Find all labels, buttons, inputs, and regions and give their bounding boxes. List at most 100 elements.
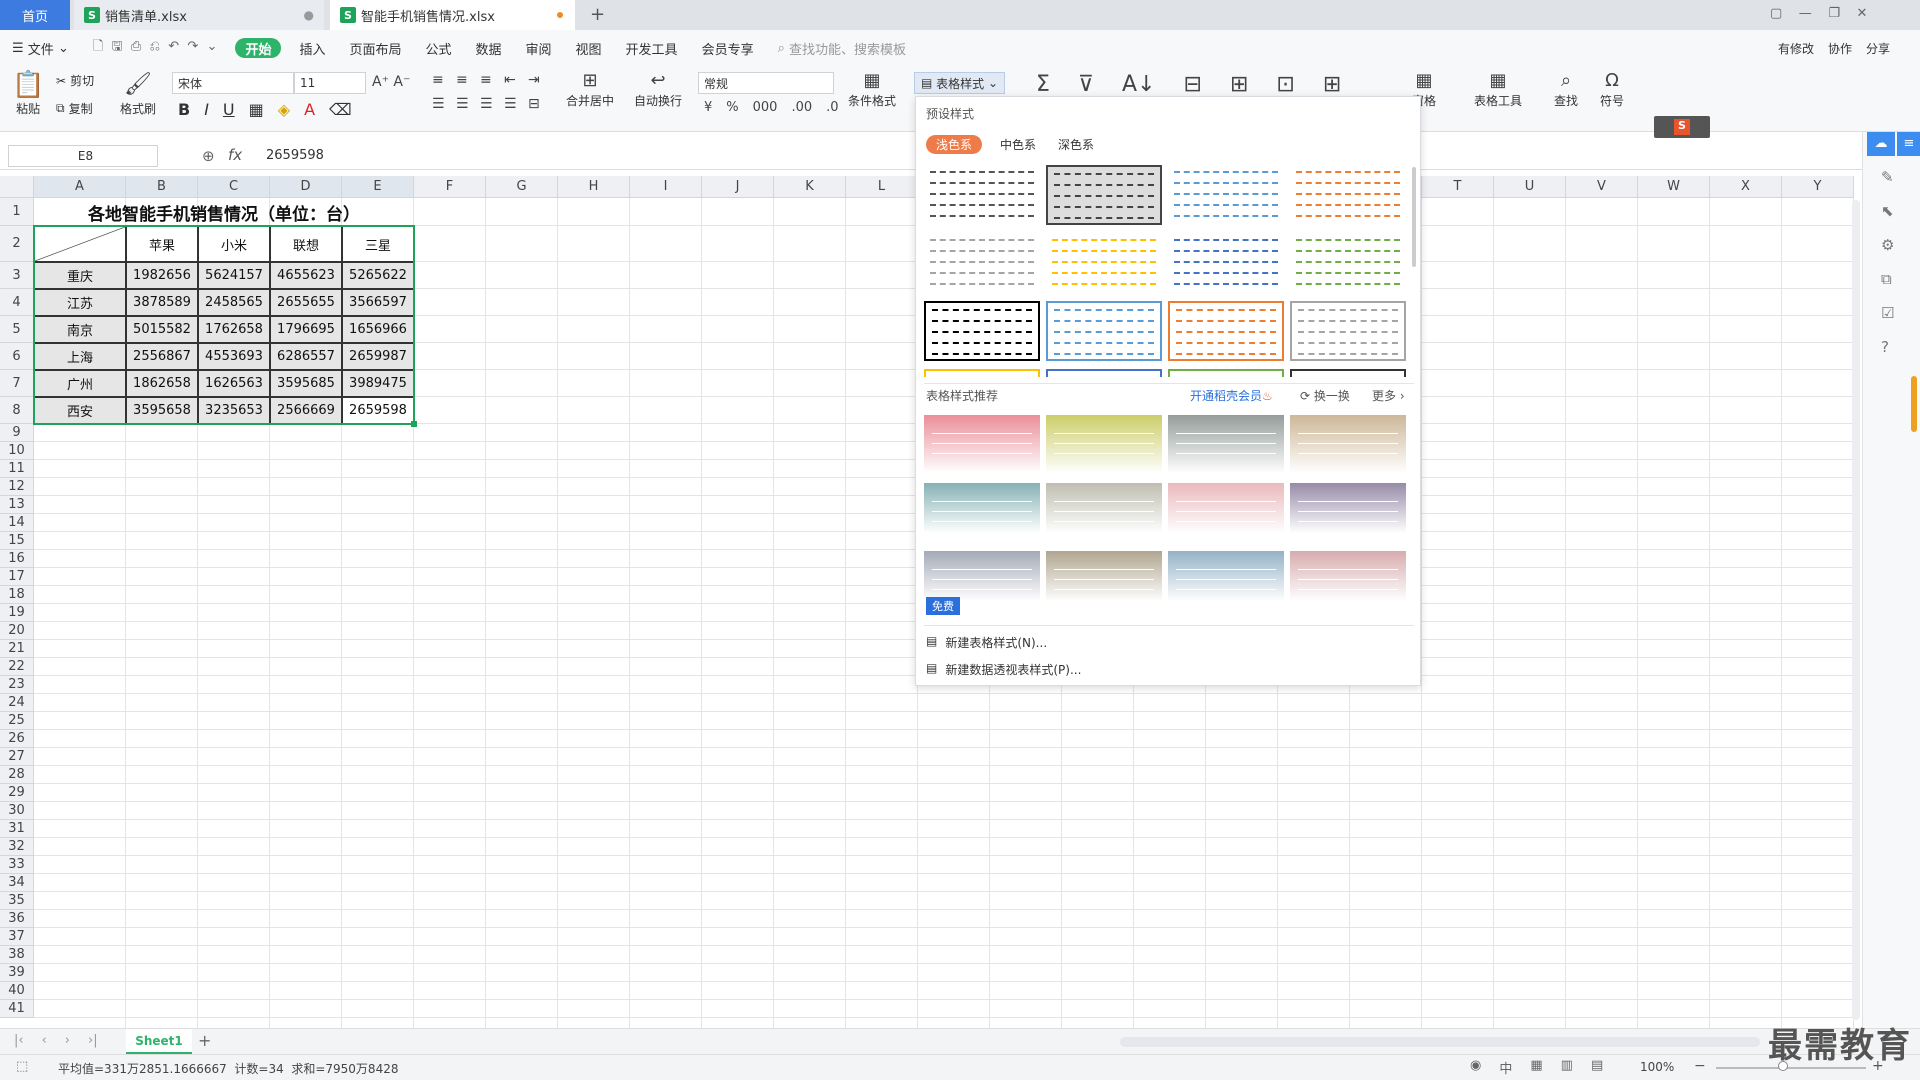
select-icon[interactable]: ⬉ <box>1881 202 1894 220</box>
city-cell[interactable]: 南京 <box>34 316 126 343</box>
window-controls[interactable]: ▢ — ❐ ✕ <box>1770 6 1867 21</box>
value-cell[interactable]: 1982656 <box>126 262 198 289</box>
column-header[interactable]: G <box>486 176 558 198</box>
row-header[interactable]: 26 <box>0 730 34 748</box>
value-cell[interactable]: 4655623 <box>270 262 342 289</box>
fx-icon[interactable]: fx <box>228 146 242 164</box>
value-cell[interactable]: 3566597 <box>342 289 414 316</box>
recommended-style-thumbnail[interactable] <box>1046 483 1162 533</box>
tab-home[interactable]: 首页 <box>0 0 70 30</box>
fill-icon[interactable]: ◈ <box>278 100 290 119</box>
menu-formula[interactable]: 公式 <box>413 30 463 66</box>
row-header[interactable]: 20 <box>0 622 34 640</box>
value-cell[interactable]: 4553693 <box>198 343 270 370</box>
cut-button[interactable]: ✂ 剪切 <box>56 72 94 89</box>
row-header[interactable]: 5 <box>0 316 34 343</box>
merge-center-button[interactable]: ⊞ 合并居中 <box>566 70 614 109</box>
cloud-icon[interactable]: ☁ <box>1867 132 1895 156</box>
backup-icon[interactable]: ⧉ <box>1881 270 1894 288</box>
row-header[interactable]: 17 <box>0 568 34 586</box>
table-style-thumbnail[interactable] <box>1046 233 1162 293</box>
column-header[interactable]: V <box>1566 176 1638 198</box>
font-grow-shrink[interactable]: A⁺ A⁻ <box>372 74 410 90</box>
menu-data[interactable]: 数据 <box>464 30 514 66</box>
format-painter-button[interactable]: 🖌 格式刷 <box>120 70 156 117</box>
tab-file2[interactable]: S 智能手机销售情况.xlsx <box>330 0 575 30</box>
quick-access-toolbar[interactable]: 🗋 🖫 ⎙ ⎌ ↶ ↷ ⌄ <box>81 30 230 66</box>
column-header[interactable]: C <box>198 176 270 198</box>
row-header[interactable]: 28 <box>0 766 34 784</box>
city-cell[interactable]: 广州 <box>34 370 126 397</box>
row-header[interactable]: 8 <box>0 397 34 424</box>
row-header[interactable]: 18 <box>0 586 34 604</box>
horizontal-scrollbar[interactable] <box>1120 1037 1760 1047</box>
tasks-icon[interactable]: ☑ <box>1881 304 1894 322</box>
menu-developer[interactable]: 开发工具 <box>614 30 690 66</box>
row-header[interactable]: 6 <box>0 343 34 370</box>
row-header[interactable]: 30 <box>0 802 34 820</box>
recommended-style-thumbnail[interactable] <box>1290 483 1406 533</box>
row-header[interactable]: 9 <box>0 424 34 442</box>
table-style-button[interactable]: ▤ 表格样式 ⌄ <box>914 72 1006 94</box>
table-title[interactable]: 各地智能手机销售情况（单位：台） <box>34 198 414 226</box>
zoom-formula-icon[interactable]: ⊕ <box>202 147 215 165</box>
share-button[interactable]: 分享 <box>1866 40 1890 57</box>
zoom-level[interactable]: 100% <box>1640 1060 1674 1074</box>
number-format-select[interactable]: 常规 <box>698 72 834 94</box>
column-header[interactable]: H <box>558 176 630 198</box>
border-icon[interactable]: ▦ <box>249 100 264 119</box>
property-icon[interactable]: ⚙ <box>1881 236 1894 254</box>
menu-view[interactable]: 视图 <box>564 30 614 66</box>
recommended-style-thumbnail[interactable] <box>1168 483 1284 533</box>
row-header[interactable]: 27 <box>0 748 34 766</box>
zoom-out-icon[interactable]: − <box>1694 1058 1706 1074</box>
value-cell[interactable]: 3595685 <box>270 370 342 397</box>
refresh-button[interactable]: ⟳ 换一换 <box>1300 387 1350 404</box>
column-header[interactable]: D <box>270 176 342 198</box>
table-style-thumbnail[interactable] <box>1290 369 1406 377</box>
add-sheet-icon[interactable]: + <box>198 1031 211 1050</box>
brand-header-cell[interactable]: 小米 <box>198 226 270 262</box>
column-header[interactable]: A <box>34 176 126 198</box>
new-table-style-item[interactable]: ▤ 新建表格样式(N)... <box>926 634 1047 651</box>
table-style-thumbnail[interactable] <box>924 301 1040 361</box>
table-tools-button[interactable]: ▦ 表格工具 <box>1474 70 1522 109</box>
alignment-group[interactable]: ≡ ≡ ≡ ⇤ ⇥ ☰ ☰ ☰ ☰ ⊟ <box>432 72 552 112</box>
column-header[interactable]: L <box>846 176 918 198</box>
new-pivot-style-item[interactable]: ▤ 新建数据透视表样式(P)... <box>926 661 1081 678</box>
row-header[interactable]: 15 <box>0 532 34 550</box>
bold-icon[interactable]: B <box>178 100 190 119</box>
menu-page-layout[interactable]: 页面布局 <box>337 30 413 66</box>
break-view-icon[interactable]: ▤ <box>1591 1058 1603 1077</box>
value-cell[interactable]: 1626563 <box>198 370 270 397</box>
city-cell[interactable]: 上海 <box>34 343 126 370</box>
table-style-thumbnail[interactable] <box>1046 165 1162 225</box>
value-cell[interactable]: 3989475 <box>342 370 414 397</box>
value-cell[interactable]: 1656966 <box>342 316 414 343</box>
row-header[interactable]: 25 <box>0 712 34 730</box>
table-style-thumbnail[interactable] <box>924 369 1040 377</box>
row-header[interactable]: 29 <box>0 784 34 802</box>
row-header[interactable]: 38 <box>0 946 34 964</box>
recommended-style-thumbnail[interactable] <box>924 551 1040 601</box>
view-buttons[interactable]: ◉ 中 ▦ ▥ ▤ <box>1470 1058 1603 1077</box>
row-header[interactable]: 4 <box>0 289 34 316</box>
row-header[interactable]: 32 <box>0 838 34 856</box>
value-cell[interactable]: 2655655 <box>270 289 342 316</box>
modify-button[interactable]: 有修改 <box>1778 40 1814 57</box>
column-header[interactable]: I <box>630 176 702 198</box>
city-cell[interactable]: 江苏 <box>34 289 126 316</box>
number-format-group[interactable]: ¥% 000.00.0 <box>704 100 839 115</box>
value-cell[interactable]: 3595658 <box>126 397 198 424</box>
table-style-thumbnail[interactable] <box>924 233 1040 293</box>
row-header[interactable]: 13 <box>0 496 34 514</box>
row-header[interactable]: 41 <box>0 1000 34 1018</box>
ime-toolbar[interactable]: S <box>1654 116 1710 138</box>
sheet-nav-arrows[interactable]: |‹ ‹ › ›| <box>14 1033 98 1048</box>
column-header[interactable]: W <box>1638 176 1710 198</box>
row-header[interactable]: 36 <box>0 910 34 928</box>
value-cell[interactable]: 6286557 <box>270 343 342 370</box>
recommended-style-thumbnail[interactable] <box>924 483 1040 533</box>
row-header[interactable]: 31 <box>0 820 34 838</box>
value-cell[interactable]: 1762658 <box>198 316 270 343</box>
